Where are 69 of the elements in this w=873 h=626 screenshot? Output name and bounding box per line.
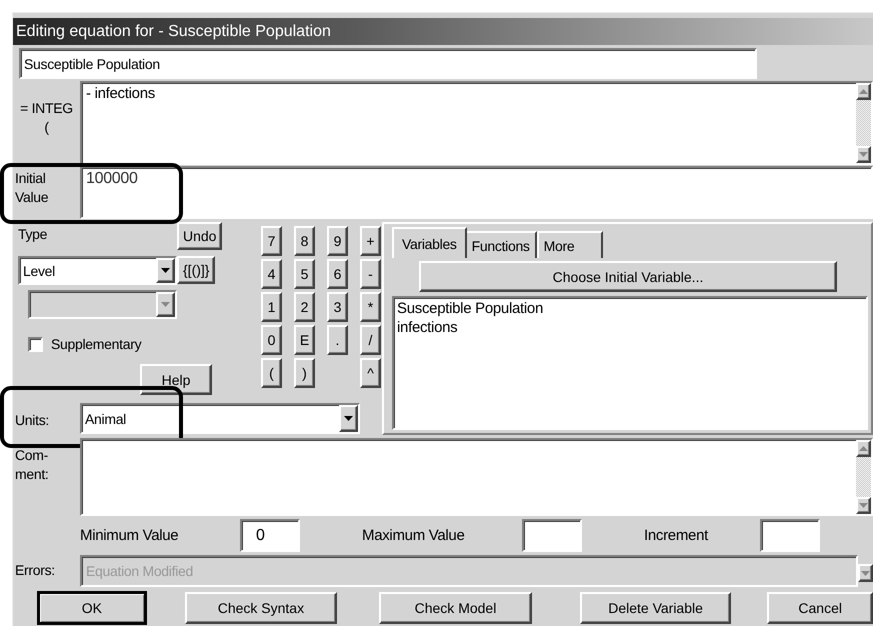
down-arrow-icon (859, 503, 868, 508)
keypad-key[interactable]: 8 (294, 226, 315, 256)
undo-button[interactable]: Undo (177, 222, 222, 250)
keypad-key[interactable]: 3 (327, 292, 348, 322)
up-arrow-icon (859, 446, 868, 451)
keypad-key[interactable]: 2 (294, 292, 315, 322)
input-field[interactable] (522, 519, 582, 552)
dropdown-button[interactable] (858, 564, 873, 582)
help-button[interactable]: Help (140, 364, 212, 395)
scroll-up-button[interactable] (856, 83, 871, 100)
keypad-key[interactable]: / (360, 325, 381, 355)
action-button[interactable]: Check Model (379, 592, 532, 624)
keypad-key[interactable]: 6 (327, 259, 348, 289)
action-button[interactable]: OK (37, 591, 147, 625)
errors-field: Equation Modified (80, 555, 858, 587)
keypad-key[interactable]: . (327, 325, 348, 355)
field-label: Units: (14, 410, 50, 430)
action-button[interactable]: Check Syntax (184, 592, 338, 624)
checkbox[interactable] (28, 336, 43, 352)
input-field[interactable] (760, 519, 820, 552)
field-label: Increment (644, 527, 710, 544)
initial-value-field[interactable]: 100000 (80, 166, 873, 219)
field-label: Errors: (14, 561, 56, 580)
scroll-down-button[interactable] (856, 497, 871, 514)
field-label: Minimum Value (80, 527, 180, 544)
comment-field[interactable] (80, 438, 873, 516)
scroll-up-button[interactable] (856, 440, 871, 457)
keypad-key[interactable]: E (294, 325, 315, 355)
variable-list[interactable]: Susceptible Population infections (392, 296, 868, 430)
units-dropdown[interactable]: Animal (80, 403, 360, 434)
action-button[interactable]: Delete Variable (580, 592, 732, 624)
action-button[interactable]: Cancel (767, 592, 873, 624)
type-dropdown[interactable]: Level (18, 256, 177, 285)
window-title: Editing equation for - Susceptible Population (16, 22, 331, 40)
field-label: Com- ment: (14, 446, 50, 484)
keypad-key[interactable]: - (360, 259, 381, 289)
keypad-key[interactable]: 1 (261, 292, 282, 322)
keypad-key[interactable]: 5 (294, 259, 315, 289)
field-label: Maximum Value (362, 527, 466, 544)
dropdown-arrow-icon (344, 416, 353, 421)
keypad-key[interactable]: ^ (360, 358, 381, 388)
input-field[interactable]: 0 (240, 519, 300, 552)
keypad-key[interactable]: + (360, 226, 381, 256)
dropdown-arrow-icon (861, 570, 870, 576)
keypad-key[interactable]: 9 (327, 226, 348, 256)
scroll-down-button[interactable] (856, 146, 871, 163)
keypad-key[interactable]: 4 (261, 259, 282, 289)
keypad-key[interactable]: ( (261, 358, 282, 388)
brackets-button[interactable]: {[()]} (177, 256, 216, 284)
equation-field[interactable]: - infections (80, 81, 873, 165)
up-arrow-icon (859, 89, 868, 94)
dropdown-arrow-icon (161, 302, 170, 307)
list-item[interactable]: Susceptible Population (397, 299, 863, 318)
tab[interactable]: More (536, 231, 603, 258)
name-field[interactable]: Susceptible Population (19, 48, 757, 79)
field-label: Initial Value (14, 169, 50, 207)
keypad-key[interactable]: 0 (261, 325, 282, 355)
dropdown-arrow-icon (161, 268, 170, 273)
keypad-key[interactable]: * (360, 292, 381, 322)
list-item[interactable]: infections (397, 318, 863, 337)
equation-label: = INTEG ( (19, 99, 74, 137)
field-label: Type (18, 227, 48, 241)
checkbox-label: Supplementary (51, 336, 142, 352)
down-arrow-icon (859, 152, 868, 157)
choose-variable-button[interactable]: Choose Initial Variable... (419, 261, 837, 292)
keypad-key[interactable]: 7 (261, 226, 282, 256)
keypad-key[interactable]: ) (294, 358, 315, 388)
tab[interactable]: Variables (392, 227, 467, 258)
tab[interactable]: Functions (464, 231, 537, 258)
